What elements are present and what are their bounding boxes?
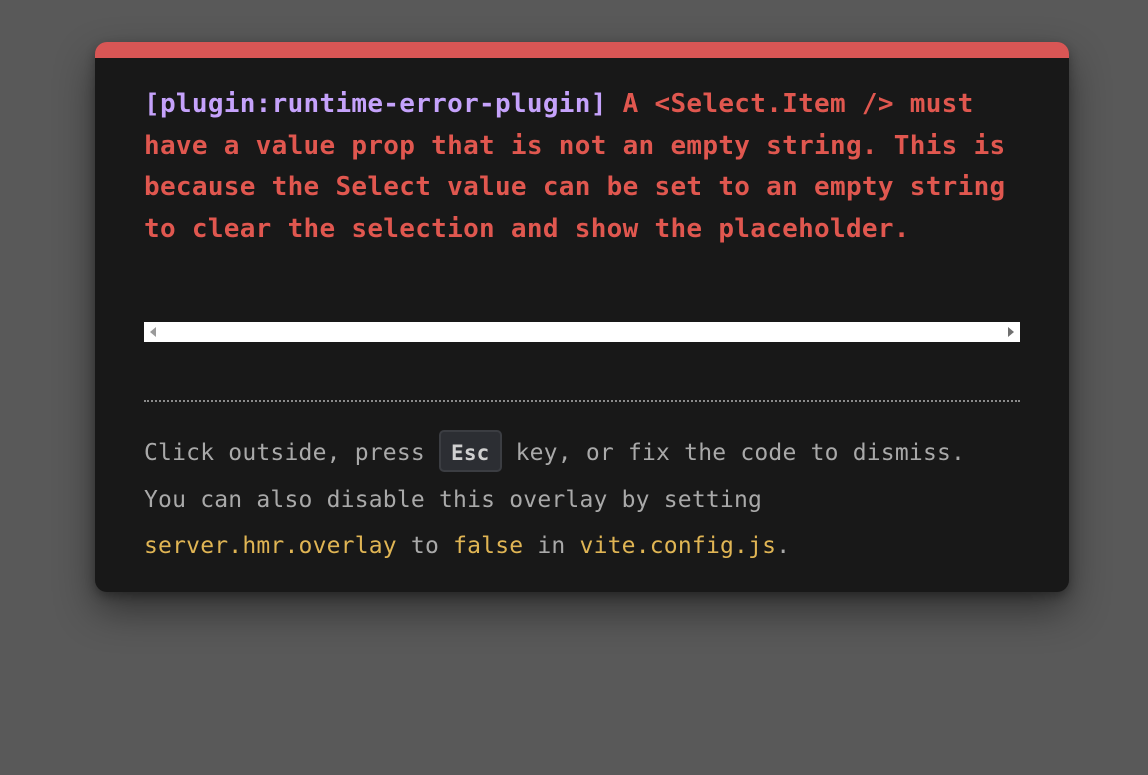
tip-text-to: to: [396, 533, 454, 559]
config-option-code: server.hmr.overlay: [144, 533, 397, 559]
tip-text-in: in: [523, 533, 580, 559]
error-overlay-window: [plugin:runtime-error-plugin] A <Select.…: [95, 42, 1069, 592]
dismiss-tip: Click outside, press Esc key, or fix the…: [144, 429, 1024, 570]
scroll-left-arrow-icon[interactable]: [150, 327, 156, 337]
esc-key-badge: Esc: [439, 429, 502, 472]
tip-text-disable: You can also disable this overlay by set…: [144, 486, 763, 513]
scroll-right-arrow-icon[interactable]: [1008, 327, 1014, 337]
config-file-code: vite.config.js: [579, 533, 777, 559]
error-message: [plugin:runtime-error-plugin] A <Select.…: [144, 84, 1024, 250]
horizontal-scrollbar[interactable]: [144, 322, 1020, 342]
divider: [144, 400, 1020, 402]
false-value-code: false: [453, 533, 524, 559]
tip-text-dismiss: key, or fix the code to dismiss.: [501, 440, 966, 466]
plugin-name: [plugin:runtime-error-plugin]: [144, 89, 607, 119]
tip-text-click-outside: Click outside, press: [144, 440, 439, 466]
tip-text-period: .: [776, 533, 791, 559]
